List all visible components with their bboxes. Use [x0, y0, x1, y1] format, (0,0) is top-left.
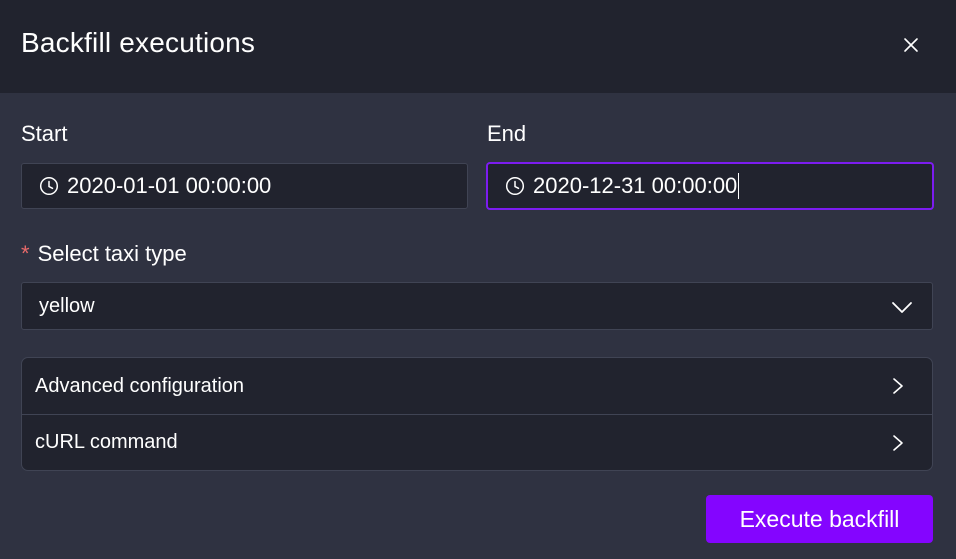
end-label: End	[487, 121, 527, 146]
start-label: Start	[21, 121, 68, 146]
taxi-type-label-text: Select taxi type	[37, 241, 187, 266]
execute-backfill-button[interactable]: Execute backfill	[706, 495, 933, 543]
chevron-down-icon	[892, 302, 912, 313]
config-accordion: Advanced configuration cURL command	[21, 357, 933, 471]
end-date-value: 2020-12-31 00:00:00	[533, 173, 738, 198]
required-mark: *	[21, 241, 30, 266]
taxi-type-select[interactable]: yellow	[21, 282, 933, 330]
start-date-value: 2020-01-01 00:00:00	[67, 173, 272, 198]
curl-command-section[interactable]: cURL command	[22, 414, 932, 470]
clock-icon	[505, 176, 525, 196]
close-button[interactable]	[896, 30, 926, 60]
dialog-title: Backfill executions	[21, 27, 256, 58]
text-caret	[738, 173, 740, 199]
start-date-input[interactable]: 2020-01-01 00:00:00	[21, 163, 468, 209]
backfill-dialog: Backfill executions Start 2020-01-01 00:…	[0, 0, 956, 559]
taxi-type-label: * Select taxi type	[21, 241, 187, 267]
chevron-right-icon	[893, 378, 903, 394]
curl-command-label: cURL command	[35, 431, 178, 453]
chevron-right-icon	[893, 435, 903, 451]
dialog-header: Backfill executions	[0, 0, 956, 93]
clock-icon	[39, 176, 59, 196]
end-date-input[interactable]: 2020-12-31 00:00:00	[487, 163, 933, 209]
advanced-configuration-label: Advanced configuration	[35, 374, 245, 397]
close-icon	[904, 38, 918, 52]
advanced-configuration-section[interactable]: Advanced configuration	[22, 358, 932, 414]
taxi-type-selected-value: yellow	[39, 294, 95, 317]
